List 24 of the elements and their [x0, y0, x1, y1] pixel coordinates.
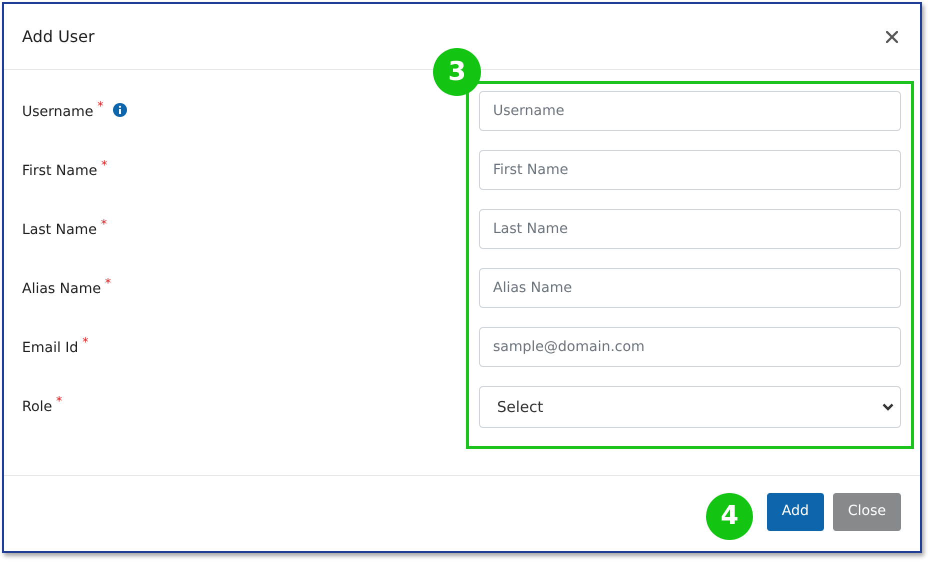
required-mark: * — [104, 277, 111, 289]
text-field[interactable]: sample@domain.com — [479, 327, 901, 367]
required-mark: * — [100, 218, 107, 230]
text-field[interactable]: Last Name — [479, 209, 901, 249]
chevron-down-icon — [882, 403, 894, 411]
field-label: Role — [22, 398, 52, 417]
required-mark: * — [97, 100, 104, 112]
role-select[interactable]: Select — [479, 386, 901, 428]
close-icon[interactable] — [886, 30, 898, 42]
close-button[interactable]: Close — [832, 492, 901, 530]
field-label: Alias Name — [22, 280, 101, 299]
info-icon[interactable] — [113, 103, 128, 117]
dialog-title: Add User — [22, 26, 95, 48]
field-label: First Name — [22, 162, 98, 181]
text-field[interactable]: Alias Name — [479, 268, 901, 308]
required-mark: * — [82, 336, 88, 348]
field-label: Email Id — [22, 339, 78, 358]
add-button[interactable]: Add — [766, 492, 824, 530]
required-mark: * — [101, 159, 108, 171]
required-mark: * — [56, 395, 62, 407]
text-field[interactable]: First Name — [479, 150, 901, 190]
text-field[interactable]: Username — [479, 91, 901, 131]
field-label: Last Name — [22, 221, 97, 240]
field-label: Username — [22, 103, 94, 122]
